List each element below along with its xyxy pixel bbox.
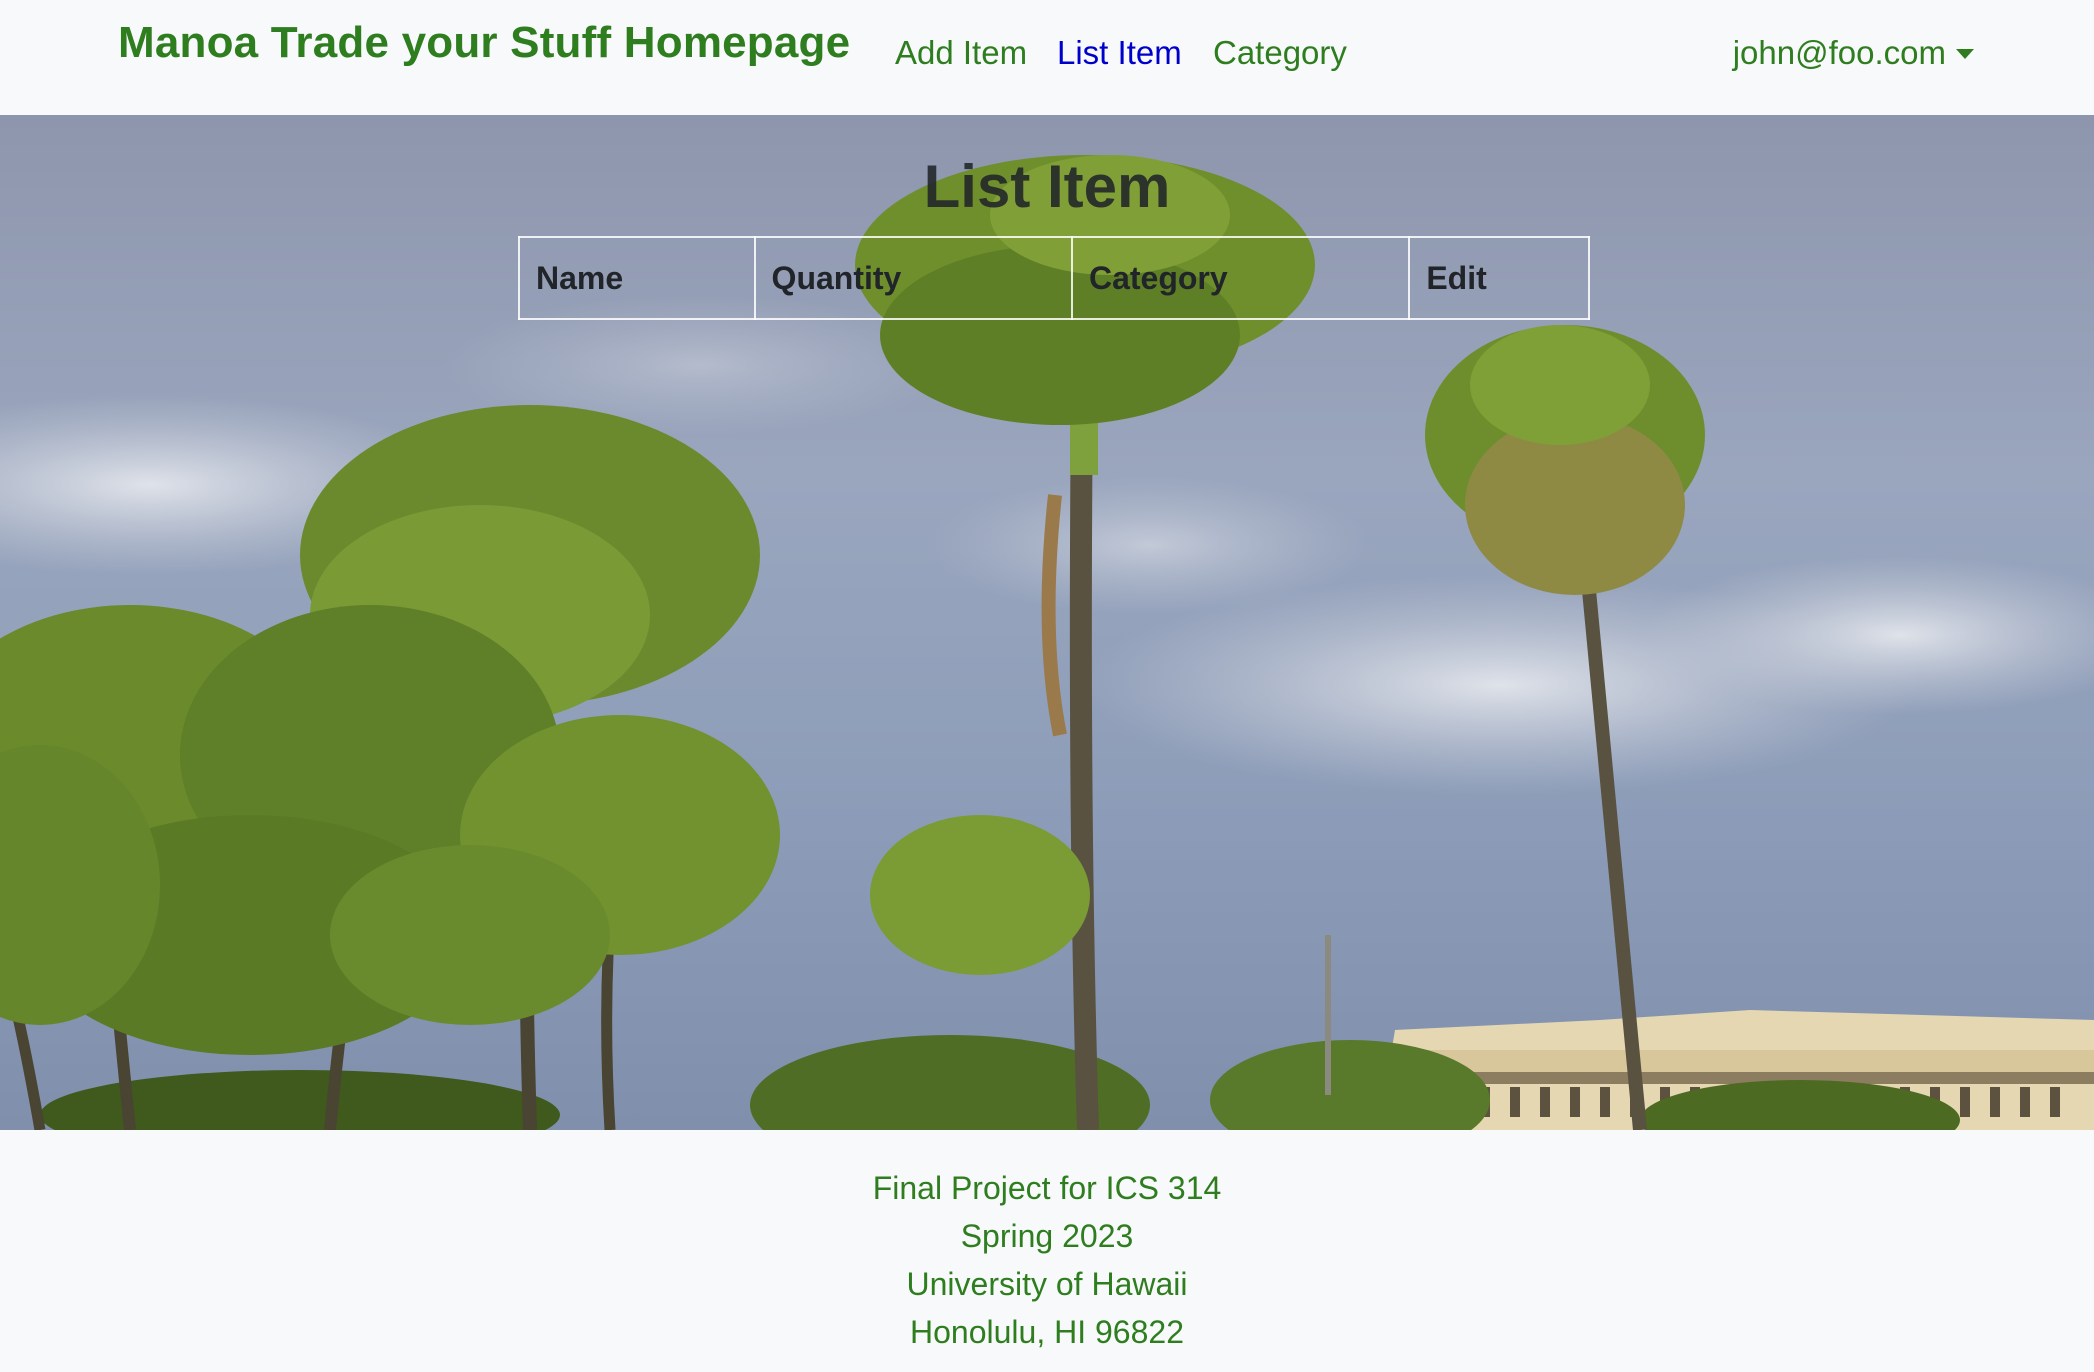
user-email: john@foo.com [1732,34,1946,71]
nav-category[interactable]: Category [1213,34,1347,72]
footer-line-project: Final Project for ICS 314 [872,1170,1222,1206]
footer-line-address: Honolulu, HI 96822 [910,1314,1184,1350]
footer: Final Project for ICS 314 Spring 2023 Un… [0,1130,2094,1372]
column-header-quantity[interactable]: Quantity [753,236,1073,320]
column-header-name[interactable]: Name [518,236,756,320]
navbar: Manoa Trade your Stuff Homepage Add Item… [0,0,2094,115]
column-header-category[interactable]: Category [1070,236,1411,320]
table-header-row: Name Quantity Category Edit [518,236,1590,320]
footer-line-term: Spring 2023 [960,1218,1134,1254]
brand-link[interactable]: Manoa Trade your Stuff Homepage [118,18,850,68]
nav-list-item[interactable]: List Item [1057,34,1182,72]
footer-line-university: University of Hawaii [906,1266,1188,1302]
nav-add-item[interactable]: Add Item [895,34,1027,72]
page-title: List Item [923,153,1171,220]
items-table: Name Quantity Category Edit [518,236,1590,320]
user-dropdown[interactable]: john@foo.com [1733,34,1974,72]
column-header-edit[interactable]: Edit [1408,236,1590,320]
chevron-down-icon [1956,49,1974,59]
